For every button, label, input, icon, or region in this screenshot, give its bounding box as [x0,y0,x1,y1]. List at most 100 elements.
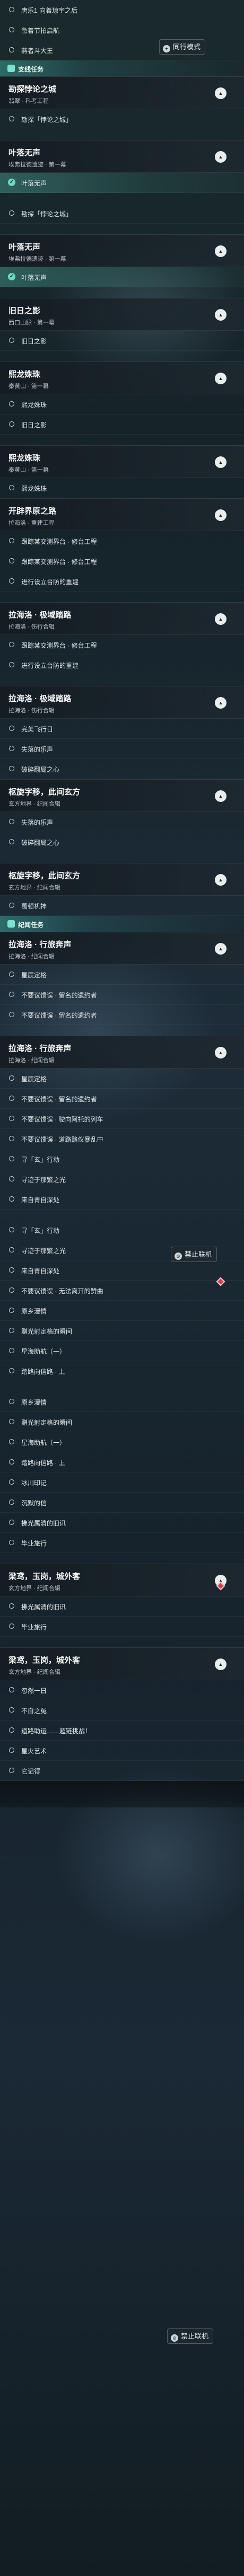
quest-step-item[interactable]: 原乡漫情 [0,1301,244,1321]
quest-step-item[interactable]: 跟踪某交测界台 · 修台工程 [0,551,244,571]
chevron-up-icon[interactable]: ▲ [215,697,226,709]
checkmark-icon: ✓ [8,179,15,186]
quest-step-item[interactable]: 毕业旅行 [0,1533,244,1553]
quest-header[interactable]: 拉海洛 · 极域踏路 拉海洛 · 伤行合辑 ▲ [0,686,244,719]
quest-header[interactable]: 梁鸢，玉岗，城外客 玄方地界 · 纪闻合辑 ▲ [0,1647,244,1680]
quest-step-item[interactable]: 星海助航（一） [0,1341,244,1361]
chevron-up-icon[interactable]: ▲ [215,1658,226,1670]
quest-step-item[interactable]: 它记得 [0,1761,244,1781]
quest-step-item[interactable]: 毕业旅行 [0,1617,244,1637]
quest-step-item[interactable]: 来自青自深处 [0,1260,244,1281]
quest-step-item[interactable]: 不要议馈误 · 无法离开的赞曲 [0,1281,244,1301]
quest-header[interactable]: 叶落无声 埃弗拉德遗迹 · 第一幕 ▲ [0,234,244,267]
quest-header[interactable]: 枢旋字移，此间玄方 玄方地界 · 纪闻合辑 ▲ [0,863,244,896]
quest-header[interactable]: 熙龙姝珠 秦黄山 · 第一幕 ▲ [0,445,244,478]
quest-step-item[interactable]: ✓ 叶落无声 [0,267,244,287]
quest-header[interactable]: 熙龙姝珠 秦黄山 · 第一幕 ▲ [0,361,244,394]
chevron-up-icon[interactable]: ▲ [215,613,226,625]
radio-icon [9,1136,14,1141]
quest-step-item[interactable]: 破碎翻局之心 [0,759,244,779]
quest-step-item[interactable]: 萬顿机神 [0,896,244,916]
quest-step-item[interactable]: 拂光属清的旧讯 [0,1513,244,1533]
quest-step-item[interactable]: 沉默的信 [0,1493,244,1513]
quest-step-item[interactable]: 不要议馈误 · 留名的遗约者 [0,1089,244,1109]
quest-step-item[interactable]: 失落的乐声 [0,812,244,832]
quest-step-item[interactable]: 不要议馈误 · 留名的遗约者 [0,985,244,1005]
chevron-up-icon[interactable]: ▲ [215,245,226,257]
quest-step-item[interactable]: 进行设立台防的重建 [0,655,244,675]
quest-step-item[interactable]: 跟踪某交测界台 · 修台工程 [0,531,244,551]
quest-step-item[interactable]: 旧日之影 [0,414,244,435]
quest-step-item[interactable]: 熙龙姝珠 [0,478,244,498]
quest-step-item[interactable]: 原乡漫情 [0,1392,244,1412]
quest-step-item[interactable]: 星海助航（一） [0,1432,244,1452]
chevron-up-icon[interactable]: ▲ [215,943,226,955]
chevron-up-icon[interactable]: ▲ [215,509,226,521]
quest-step-item[interactable]: 完美飞行日 [0,719,244,739]
quest-step-item[interactable]: 踏路向信路 · 上 [0,1452,244,1472]
quest-step-item[interactable]: 寻迹于那繁之光 [0,1169,244,1189]
quest-step-item[interactable]: 寻「玄」行动 [0,1220,244,1240]
quest-header[interactable]: 拉海洛 · 极域踏路 拉海洛 · 伤行合辑 ▲ [0,602,244,635]
quest-step-item[interactable]: 拂光属清的旧讯 [0,1596,244,1617]
co-op-mode-badge[interactable]: ✦ 同行模式 [159,39,206,55]
quest-step-label: 拂光属清的旧讯 [21,1520,66,1527]
quest-step-item[interactable]: 勘探「悖论之城」 [0,109,244,129]
quest-header[interactable]: 拉海洛 · 行旅奔声 拉海洛 · 纪闻合辑 ▲ [0,932,244,965]
screenshot-seam [0,1025,244,1036]
quest-step-item[interactable]: 寻「玄」行动 [0,1149,244,1169]
quest-step-item[interactable]: 赠光射定格的瞬间 [0,1321,244,1341]
quest-step-item[interactable]: 不要议馈误 · 留名的遗约者 [0,1005,244,1025]
quest-step-item[interactable]: 星辰定格 [0,965,244,985]
chevron-up-icon[interactable]: ▲ [215,309,226,321]
quest-header[interactable]: 梁鸢，玉岗，城外客 玄方地界 · 纪闻合辑 ▲ [0,1564,244,1596]
quest-step-item[interactable]: 来自青自深处 [0,1189,244,1210]
quest-step-item[interactable]: 勘探「悖论之城」 [0,204,244,224]
quest-step-item[interactable]: 不要议馈误 · 驶向阿托的列车 [0,1109,244,1129]
radio-icon [9,819,14,824]
quest-step-item[interactable]: 进行设立台防的重建 [0,571,244,592]
quest-step-item[interactable]: 不白之冤 [0,1700,244,1721]
radio-icon [9,485,14,490]
screenshot-seam [0,852,244,863]
bottom-fade [0,1781,244,1807]
quest-header[interactable]: 叶落无声 埃弗拉德遗迹 · 第一幕 ▲ [0,140,244,173]
quest-step-label: 不要议馈误 · 驶向阿托的列车 [21,1116,103,1123]
quest-step-item[interactable]: 熙龙姝珠 [0,394,244,414]
quest-step-item[interactable]: 燕者斗大王 [0,40,244,60]
chevron-up-icon[interactable]: ▲ [215,456,226,468]
quest-header[interactable]: 拉海洛 · 行旅奔声 拉海洛 · 纪闻合辑 ▲ [0,1036,244,1069]
quest-step-item[interactable]: 忽然一日 [0,1680,244,1700]
screenshot-seam [0,193,244,204]
quest-step-item[interactable]: 唐乐1 向着琼宇之后 [0,0,244,20]
quest-step-item[interactable]: 急着节拍启航 [0,20,244,40]
quest-step-item[interactable]: 赠光射定格的瞬间 [0,1412,244,1432]
chevron-up-icon[interactable]: ▲ [215,373,226,384]
radio-icon [9,1156,14,1161]
quest-header[interactable]: 枢旋字移，此间玄方 玄方地界 · 纪闻合辑 ▲ [0,779,244,812]
radio-icon [9,338,14,343]
quest-step-item[interactable]: 跟踪某交测界台 · 修台工程 [0,635,244,655]
quest-header[interactable]: 勘探悖论之城 翡翠 · 科考工程 ▲ [0,76,244,109]
radio-icon [9,1308,14,1313]
radio-icon [9,1227,14,1232]
quest-step-item[interactable]: 冰川印记 [0,1472,244,1493]
quest-step-item[interactable]: 道路助运……超链挑战！ [0,1721,244,1741]
quest-header[interactable]: 开辟界原之路 拉海洛 · 重建工程 ▲ [0,498,244,531]
chevron-up-icon[interactable]: ▲ [215,874,226,886]
quest-step-item[interactable]: ✓ 叶落无声 [0,173,244,193]
chevron-up-icon[interactable]: ▲ [215,151,226,163]
quest-header[interactable]: 旧日之影 西口山脉 · 第一幕 ▲ [0,298,244,331]
chevron-up-icon[interactable]: ▲ [215,87,226,99]
quest-step-label: 失落的乐声 [21,819,54,826]
chevron-up-icon[interactable]: ▲ [215,1047,226,1058]
quest-step-item[interactable]: 星火艺术 [0,1741,244,1761]
quest-step-item[interactable]: 不要议馈误 · 道路路仪暴乱中 [0,1129,244,1149]
quest-step-label: 跟踪某交测界台 · 修台工程 [21,642,97,649]
quest-step-item[interactable]: 踏路向信路 · 上 [0,1361,244,1381]
quest-step-item[interactable]: 破碎翻局之心 [0,832,244,852]
quest-step-item[interactable]: 星辰定格 [0,1069,244,1089]
chevron-up-icon[interactable]: ▲ [215,790,226,802]
quest-step-item[interactable]: 旧日之影 [0,331,244,351]
quest-step-item[interactable]: 失落的乐声 [0,739,244,759]
